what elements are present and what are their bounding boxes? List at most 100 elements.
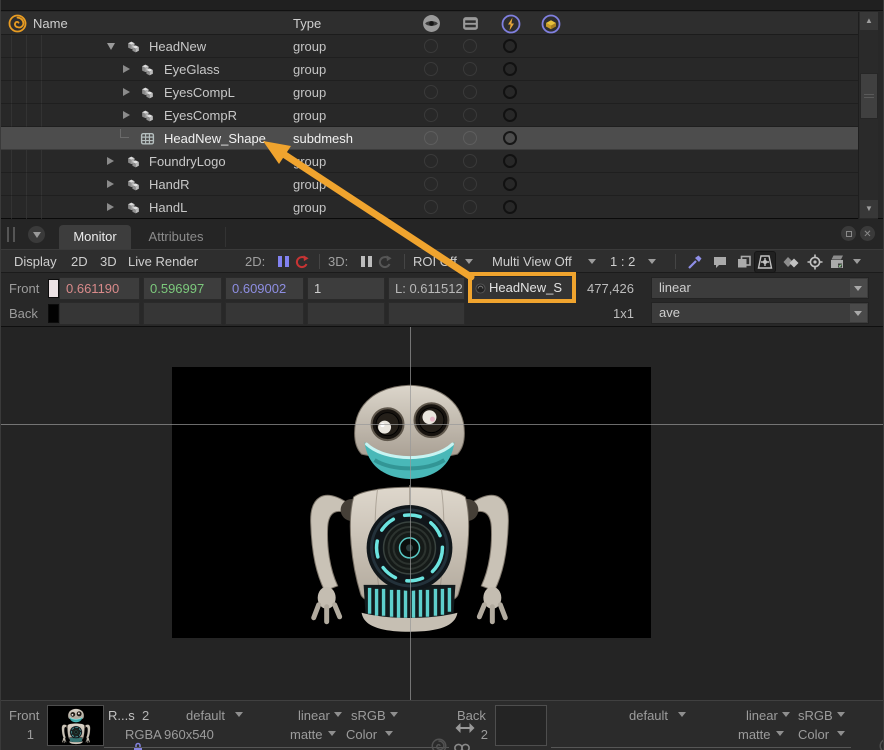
- chevron-down-icon[interactable]: [648, 259, 656, 264]
- chevron-down-icon[interactable]: [235, 712, 243, 717]
- chevron-down-icon[interactable]: [782, 712, 790, 717]
- collapse-arrow-icon[interactable]: [107, 43, 115, 50]
- projection-gizmo-button[interactable]: [754, 251, 776, 273]
- rendered-image[interactable]: [172, 367, 651, 638]
- visibility-toggle[interactable]: [424, 200, 438, 214]
- chevron-down-icon[interactable]: [837, 712, 845, 717]
- tree-row-foundrylogo[interactable]: FoundryLogo group: [1, 150, 858, 173]
- monitor-viewport[interactable]: [1, 327, 884, 700]
- render-toggle[interactable]: [463, 131, 477, 145]
- render-toggle[interactable]: [463, 85, 477, 99]
- scrollbar-thumb[interactable]: [860, 73, 878, 119]
- render-toggle[interactable]: [463, 39, 477, 53]
- multi-view-dropdown[interactable]: Multi View Off: [492, 254, 572, 269]
- render-clapper-icon[interactable]: [829, 254, 845, 270]
- chevron-down-icon[interactable]: [390, 712, 398, 717]
- front-preset-dropdown[interactable]: default: [186, 708, 225, 723]
- front-display-dropdown[interactable]: sRGB: [351, 708, 386, 723]
- chevron-down-icon[interactable]: [385, 731, 393, 736]
- back-preset-dropdown[interactable]: default: [629, 708, 668, 723]
- tree-row-headnew[interactable]: HeadNew group: [1, 35, 858, 58]
- bake-toggle[interactable]: [503, 39, 517, 53]
- bake-toggle[interactable]: [503, 85, 517, 99]
- front-colorspace-dropdown[interactable]: linear: [298, 708, 330, 723]
- 2d-refresh-icon[interactable]: [295, 255, 311, 271]
- 3d-refresh-icon[interactable]: [378, 255, 394, 271]
- chevron-down-icon[interactable]: [776, 731, 784, 736]
- display-menu[interactable]: Display: [14, 254, 57, 269]
- visibility-toggle[interactable]: [424, 62, 438, 76]
- front-matte-dropdown[interactable]: matte: [290, 727, 323, 742]
- panel-float-button[interactable]: [841, 226, 856, 241]
- chevron-down-icon[interactable]: [588, 259, 596, 264]
- tree-scrollbar[interactable]: ▲ ▼: [858, 12, 878, 219]
- scroll-up-button[interactable]: ▲: [860, 12, 878, 30]
- expand-arrow-icon[interactable]: [123, 65, 130, 73]
- bake-toggle[interactable]: [503, 154, 517, 168]
- back-matte-dropdown[interactable]: matte: [738, 727, 771, 742]
- bake-toggle[interactable]: [503, 177, 517, 191]
- colorspace-dropdown[interactable]: linear: [651, 277, 869, 299]
- chevron-down-icon[interactable]: [334, 712, 342, 717]
- visibility-toggle[interactable]: [424, 108, 438, 122]
- panel-drag-handle[interactable]: [7, 227, 15, 242]
- dropdown-button[interactable]: [850, 279, 867, 297]
- render-toggle[interactable]: [463, 177, 477, 191]
- panel-menu-button[interactable]: [28, 226, 45, 243]
- tree-row-handl[interactable]: HandL group: [1, 196, 858, 219]
- live-render-menu[interactable]: Live Render: [128, 254, 198, 269]
- tab-monitor[interactable]: Monitor: [59, 225, 131, 249]
- type-column-header[interactable]: Type: [293, 16, 321, 31]
- render-toggle[interactable]: [463, 108, 477, 122]
- render-toggle[interactable]: [463, 200, 477, 214]
- render-toggle[interactable]: [463, 62, 477, 76]
- double-diamond-icon[interactable]: [783, 254, 799, 270]
- visibility-toggle[interactable]: [424, 85, 438, 99]
- back-color-dropdown[interactable]: Color: [798, 727, 829, 742]
- target-icon[interactable]: [807, 254, 823, 270]
- tree-row-headnew-shape[interactable]: HeadNew_Shape subdmesh: [1, 127, 858, 150]
- back-colorspace-dropdown[interactable]: linear: [746, 708, 778, 723]
- eyedropper-icon[interactable]: [687, 254, 703, 270]
- chevron-down-icon[interactable]: [328, 731, 336, 736]
- name-column-header[interactable]: Name: [33, 16, 68, 31]
- sample-mode-dropdown[interactable]: ave: [651, 302, 869, 324]
- 2d-menu[interactable]: 2D: [71, 254, 88, 269]
- bake-toggle[interactable]: [503, 62, 517, 76]
- bake-toggle[interactable]: [503, 200, 517, 214]
- paint-icon[interactable]: [541, 14, 560, 33]
- front-color-dropdown[interactable]: Color: [346, 727, 377, 742]
- expand-arrow-icon[interactable]: [107, 180, 114, 188]
- 3d-pause-icon[interactable]: [361, 256, 374, 267]
- front-channel-name[interactable]: R...s: [108, 708, 135, 723]
- visibility-icon[interactable]: [422, 14, 441, 33]
- tree-row-handr[interactable]: HandR group: [1, 173, 858, 196]
- render-icon[interactable]: [461, 14, 480, 33]
- tab-attributes[interactable]: Attributes: [133, 225, 219, 249]
- back-display-dropdown[interactable]: sRGB: [798, 708, 833, 723]
- expand-arrow-icon[interactable]: [107, 157, 114, 165]
- 3d-menu[interactable]: 3D: [100, 254, 117, 269]
- expand-arrow-icon[interactable]: [123, 111, 130, 119]
- chevron-down-icon[interactable]: [678, 712, 686, 717]
- dropdown-button[interactable]: [850, 304, 867, 322]
- scroll-down-button[interactable]: ▼: [860, 200, 878, 218]
- chevron-down-icon[interactable]: [837, 731, 845, 736]
- snapshot-layers-icon[interactable]: [736, 254, 752, 270]
- chevron-down-icon[interactable]: [465, 259, 473, 264]
- 2d-pause-icon[interactable]: [278, 256, 291, 267]
- back-thumbnail[interactable]: [495, 705, 547, 746]
- tree-row-eyescompr[interactable]: EyesCompR group: [1, 104, 858, 127]
- annotation-bubble-icon[interactable]: [712, 254, 728, 270]
- visibility-toggle[interactable]: [424, 131, 438, 145]
- tree-row-eyescompl[interactable]: EyesCompL group: [1, 81, 858, 104]
- bake-toggle[interactable]: [503, 108, 517, 122]
- visibility-toggle[interactable]: [424, 39, 438, 53]
- render-toggle[interactable]: [463, 154, 477, 168]
- visibility-toggle[interactable]: [424, 177, 438, 191]
- expand-arrow-icon[interactable]: [107, 203, 114, 211]
- bake-icon[interactable]: [501, 14, 520, 33]
- expand-arrow-icon[interactable]: [123, 88, 130, 96]
- tree-row-eyeglass[interactable]: EyeGlass group: [1, 58, 858, 81]
- panel-close-button[interactable]: ✕: [860, 226, 875, 241]
